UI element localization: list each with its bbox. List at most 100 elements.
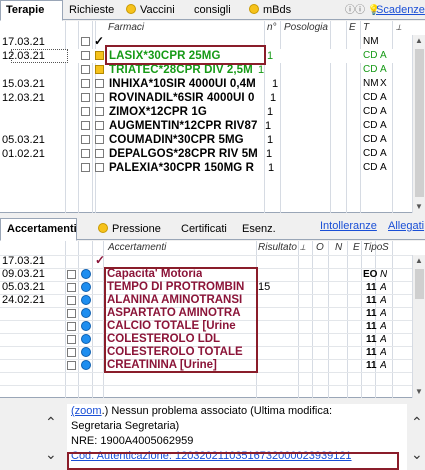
row-checkbox[interactable] (67, 335, 76, 344)
tab-terapie[interactable]: Terapie (0, 0, 63, 21)
table-row[interactable]: 01.02.21 DEPALGOS*28CPR RIV 5M 1 CD A (0, 147, 412, 161)
status-dot-icon (249, 4, 259, 14)
row-status: A (380, 50, 387, 61)
drug-status-marker (95, 65, 104, 74)
column-header-e[interactable]: E (353, 241, 360, 255)
row-type: CD (363, 50, 378, 61)
tab-allegati[interactable]: Allegati (382, 217, 425, 237)
drug-name: PALEXIA*30CPR 150MG R (109, 162, 255, 174)
row-checkbox[interactable] (81, 37, 90, 46)
table-row[interactable]: 05.03.21 COUMADIN*30CPR 5MG 1 CD A (0, 133, 412, 147)
info-dot-icon (81, 282, 91, 292)
scroll-down-arrow-icon[interactable]: ▼ (415, 387, 423, 396)
table-row[interactable]: TRIATEC*28CPR DIV 2,5M 1 CD A (0, 63, 412, 77)
scroll-thumb[interactable] (415, 49, 424, 197)
row-status: A (380, 162, 387, 173)
column-header-accertamenti[interactable]: Accertamenti (108, 241, 166, 255)
row-checkbox[interactable] (81, 107, 90, 116)
row-checkbox[interactable] (81, 93, 90, 102)
drug-count: 1 (267, 50, 274, 62)
row-type: NM (363, 36, 379, 47)
exam-status: A (380, 360, 387, 371)
highlight-box (105, 45, 266, 65)
exam-type: 11 (366, 295, 377, 306)
scroll-up-arrow-icon[interactable]: ▲ (415, 36, 423, 45)
nre-code: NRE: 1900A4005062959 (71, 435, 194, 447)
row-date: 09.03.21 (2, 268, 45, 280)
row-status: A (380, 120, 387, 131)
column-header-o[interactable]: O (316, 241, 324, 255)
column-header-s[interactable]: S (382, 241, 389, 255)
chevron-down-icon[interactable]: ⌄ (411, 446, 423, 463)
tab-mbds[interactable]: mBds (244, 2, 296, 20)
checkmark-icon: ✓ (95, 253, 106, 267)
row-checkbox[interactable] (81, 51, 90, 60)
table-row[interactable]: 12.03.21 ROVINADIL*6SIR 4000UI 0 1 CD A (0, 91, 412, 105)
row-checkbox[interactable] (81, 65, 90, 74)
tab-certificati[interactable]: Certificati (175, 220, 233, 240)
table-row[interactable]: AUGMENTIN*12CPR RIV87 1 CD A (0, 119, 412, 133)
scroll-up-arrow-icon[interactable]: ▲ (415, 256, 423, 265)
column-header-farmaci[interactable]: Farmaci (108, 21, 144, 35)
exam-type: 11 (366, 308, 377, 319)
row-date: 17.03.21 (2, 36, 45, 48)
tab-vaccini[interactable]: Vaccini (121, 2, 180, 20)
tab-accertamenti[interactable]: Accertamenti (0, 218, 77, 241)
pin-icon[interactable]: ⟂ (300, 241, 305, 255)
column-header-n[interactable]: N (335, 241, 342, 255)
farmaci-grid: Farmaci n° Posologia E T ⟂ 17.03.21 ✓ NM… (0, 21, 425, 213)
drug-name: ZIMOX*12CPR 1G (109, 106, 207, 118)
row-checkbox[interactable] (81, 121, 90, 130)
column-header-e[interactable]: E (349, 21, 356, 35)
tab-richieste[interactable]: Richieste (64, 2, 119, 20)
tab-scadenze[interactable]: Scadenze (371, 2, 425, 20)
drug-count: 1 (267, 106, 274, 118)
row-checkbox[interactable] (67, 270, 76, 279)
row-date: 12.03.21 (2, 92, 45, 104)
column-header-t[interactable]: T (363, 21, 369, 35)
column-header-tipo[interactable]: Tipo (363, 241, 382, 255)
exam-type: 11 (366, 321, 377, 332)
info-dot-icon (81, 295, 91, 305)
row-checkbox[interactable] (67, 348, 76, 357)
row-checkbox[interactable] (81, 163, 90, 172)
row-type: CD (363, 92, 378, 103)
chevron-down-icon[interactable]: ⌄ (45, 446, 57, 463)
row-date: 01.02.21 (2, 148, 45, 160)
row-checkbox[interactable] (81, 149, 90, 158)
scroll-down-arrow-icon[interactable]: ▼ (415, 202, 423, 211)
zoom-link[interactable]: (zoom (71, 405, 102, 417)
info-icon[interactable]: ⓘⓘ (345, 5, 365, 16)
tab-intolleranze[interactable]: Intolleranze (314, 217, 383, 237)
table-row[interactable]: 15.03.21 INHIXA*10SIR 4000UI 0,4M 1 NM X (0, 77, 412, 91)
accertamenti-scrollbar[interactable]: ▲ ▼ (412, 255, 425, 398)
farmaci-scrollbar[interactable]: ▲ ▼ (412, 35, 425, 213)
chevron-up-icon[interactable]: ⌃ (411, 414, 423, 431)
row-checkbox[interactable] (67, 283, 76, 292)
column-header-n[interactable]: n° (267, 21, 277, 35)
table-row[interactable]: ZIMOX*12CPR 1G 1 CD A (0, 105, 412, 119)
tab-pressione[interactable]: Pressione (92, 220, 167, 240)
tab-mbds-label: mBds (263, 4, 292, 16)
row-checkbox[interactable] (67, 322, 76, 331)
pin-icon[interactable]: ⟂ (396, 21, 401, 35)
column-header-risultato[interactable]: Risultato (258, 241, 297, 255)
scroll-thumb[interactable] (415, 269, 424, 299)
column-header-posologia[interactable]: Posologia (284, 21, 328, 35)
tab-richieste-label: Richieste (69, 4, 115, 16)
top-tab-bar: Terapie Richieste Vaccini consigli mBds … (0, 0, 425, 21)
info-dot-icon (81, 360, 91, 370)
tab-esenz[interactable]: Esenz. (236, 220, 282, 240)
table-row[interactable]: PALEXIA*30CPR 150MG R 1 CD A (0, 161, 412, 175)
row-checkbox[interactable] (81, 135, 90, 144)
tab-consigli[interactable]: consigli (189, 2, 236, 20)
row-checkbox[interactable] (67, 361, 76, 370)
row-checkbox[interactable] (67, 309, 76, 318)
row-checkbox[interactable] (67, 296, 76, 305)
chevron-up-icon[interactable]: ⌃ (45, 414, 57, 431)
tab-esenz-label: Esenz. (242, 223, 276, 235)
drug-count: 1 (267, 134, 274, 146)
exam-status: N (380, 269, 388, 280)
row-checkbox[interactable] (81, 79, 90, 88)
tab-terapie-label: Terapie (6, 4, 45, 16)
